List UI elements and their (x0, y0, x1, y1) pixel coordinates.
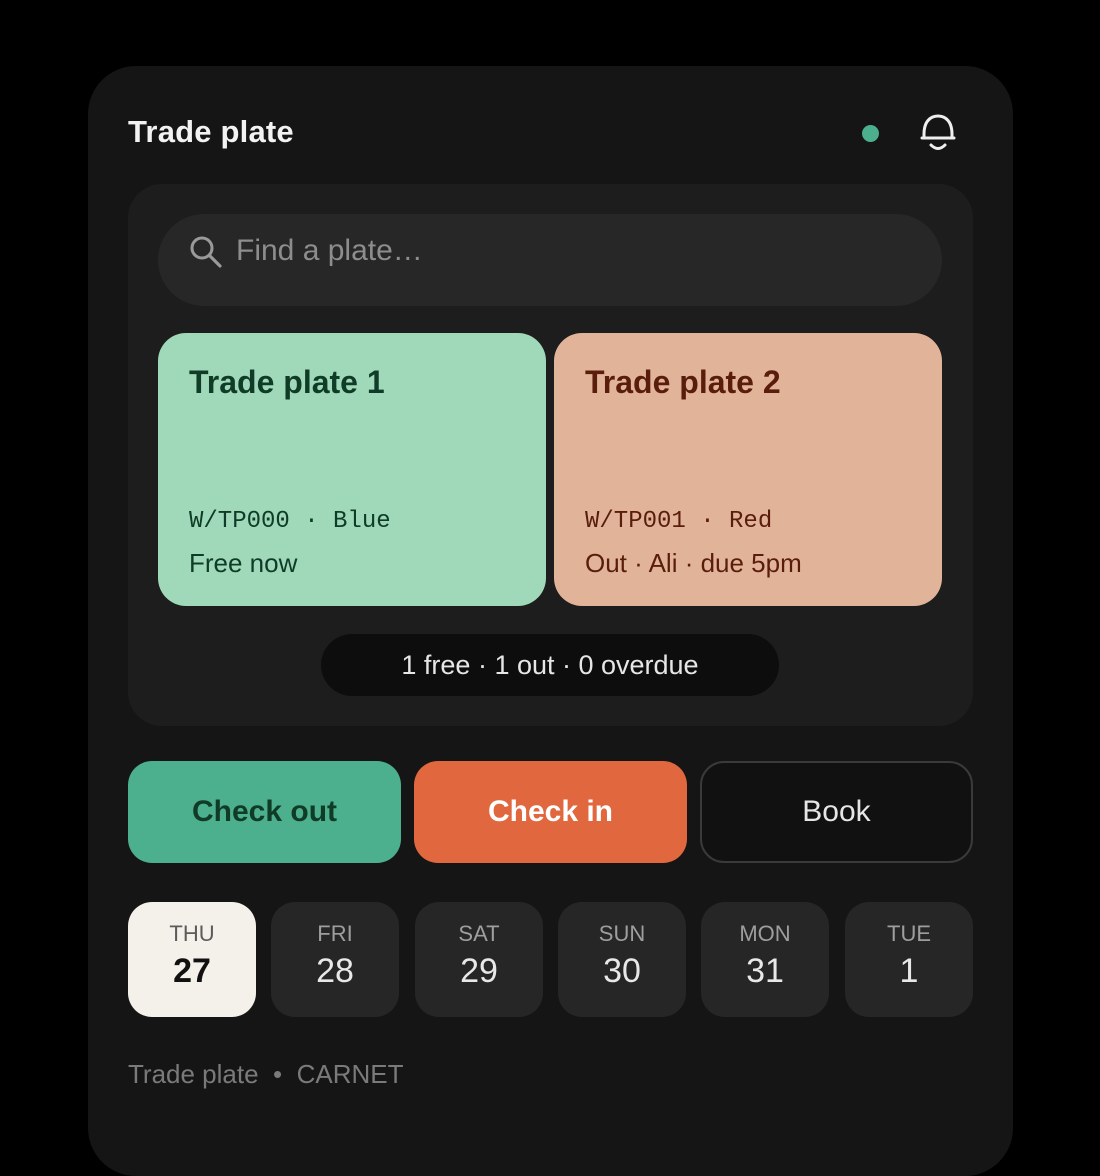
plate-name: Trade plate 1 (189, 364, 385, 400)
day-number: 1 (899, 952, 919, 990)
day-chip-thu[interactable]: THU 27 (128, 902, 256, 1017)
book-button[interactable]: Book (700, 761, 973, 863)
status-indicator-dot (862, 125, 879, 142)
day-name: THU (169, 921, 215, 946)
search-bar[interactable] (158, 214, 942, 306)
bell-icon (920, 114, 956, 150)
footer-app-name: Trade plate (128, 1059, 259, 1089)
day-number: 28 (316, 952, 354, 990)
plate-status: Free now (189, 548, 298, 578)
day-name: SUN (598, 921, 646, 946)
day-name: FRI (317, 921, 353, 946)
day-number: 30 (603, 952, 641, 990)
day-name: SAT (458, 921, 500, 946)
day-chip-fri[interactable]: FRI 28 (271, 902, 399, 1017)
header: Trade plate (128, 112, 973, 156)
day-selector: THU 27 FRI 28 SAT 29 SUN 30 MON 31 TUE 1 (128, 902, 973, 1017)
day-name: TUE (887, 921, 931, 946)
check-in-button[interactable]: Check in (414, 761, 687, 863)
check-out-button[interactable]: Check out (128, 761, 401, 863)
summary-badge: 1 free · 1 out · 0 overdue (321, 634, 779, 696)
footer-separator: • (273, 1059, 283, 1089)
footer-mode: CARNET (296, 1059, 404, 1089)
search-input[interactable] (236, 232, 896, 270)
day-chip-sun[interactable]: SUN 30 (558, 902, 686, 1017)
plate-status: Out · Ali · due 5pm (585, 548, 802, 578)
day-chip-tue[interactable]: TUE 1 (845, 902, 973, 1017)
day-number: 31 (746, 952, 784, 990)
app-container: Trade plate Trade plate 1 W/TP000 · Blue… (88, 66, 1013, 1176)
day-chip-sat[interactable]: SAT 29 (415, 902, 543, 1017)
footer: Trade plate • CARNET (128, 1059, 403, 1090)
day-number: 29 (460, 952, 498, 990)
plate-card-2[interactable]: Trade plate 2 W/TP001 · Red Out · Ali · … (554, 333, 942, 606)
plates-panel: Trade plate 1 W/TP000 · Blue Free now Tr… (128, 184, 973, 726)
action-buttons: Check out Check in Book (128, 761, 973, 863)
plate-registration: W/TP001 · Red (585, 508, 773, 535)
notifications-button[interactable] (918, 112, 958, 156)
plate-card-1[interactable]: Trade plate 1 W/TP000 · Blue Free now (158, 333, 546, 606)
app-title: Trade plate (128, 114, 294, 149)
plate-name: Trade plate 2 (585, 364, 781, 400)
day-name: MON (739, 921, 791, 946)
search-icon (190, 236, 222, 268)
day-chip-mon[interactable]: MON 31 (701, 902, 829, 1017)
day-number: 27 (173, 952, 211, 990)
plate-registration: W/TP000 · Blue (189, 508, 391, 535)
